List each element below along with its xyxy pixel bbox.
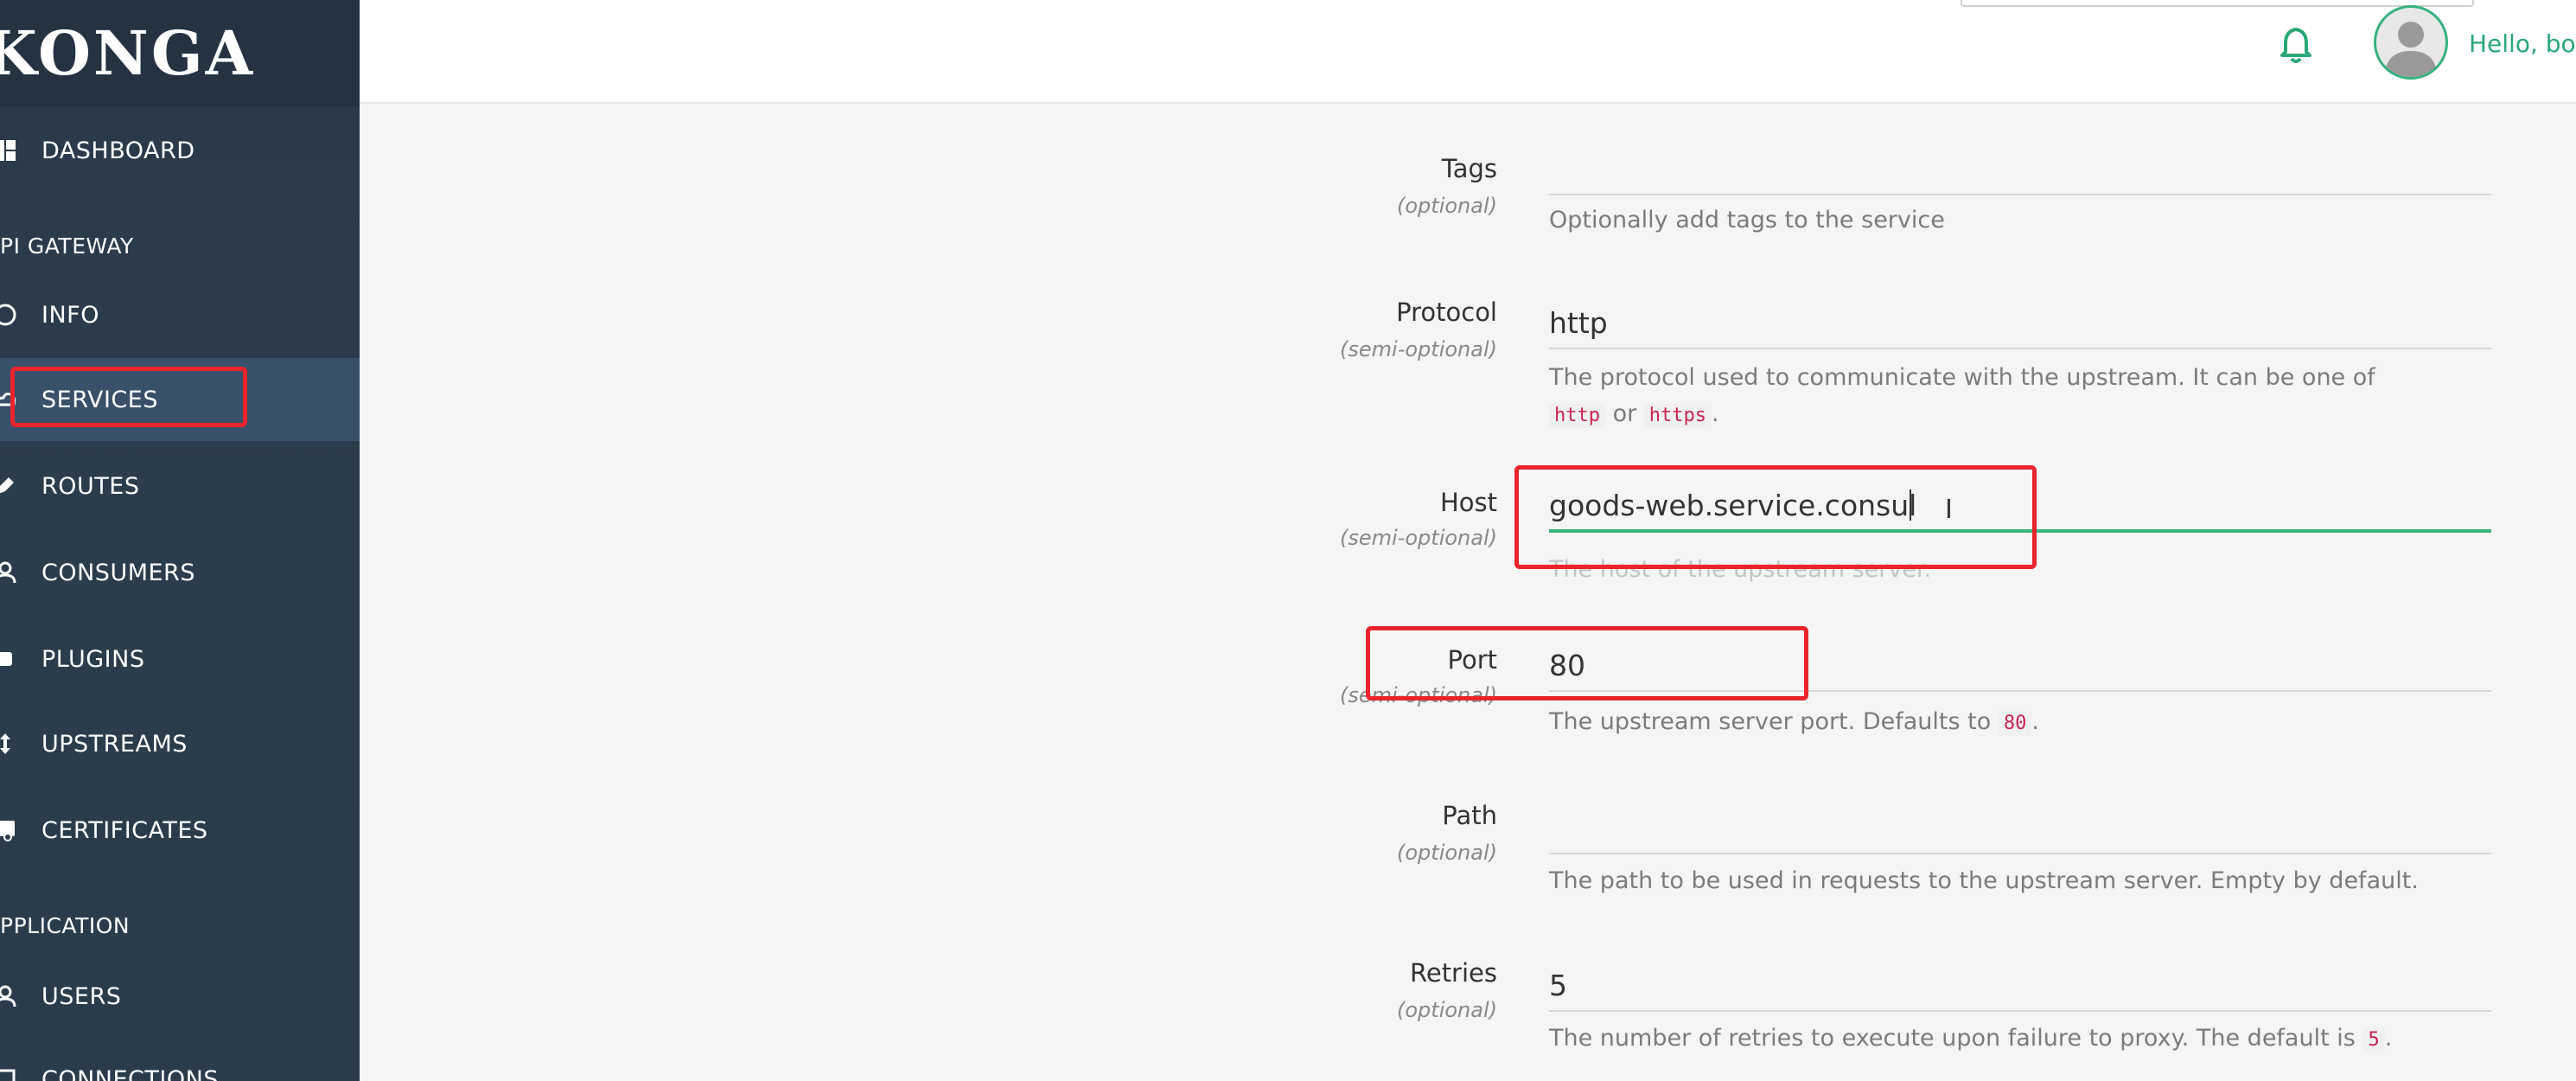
protocol-help: The protocol used to communicate with th…	[1549, 360, 2491, 432]
protocol-help-or: or	[1612, 400, 1637, 427]
sidebar-item-label: INFO	[41, 301, 99, 329]
info-icon	[0, 303, 17, 327]
section-api-gateway: PI GATEWAY	[0, 233, 134, 259]
sidebar-item-routes[interactable]: ROUTES	[0, 445, 360, 528]
sidebar-item-certificates[interactable]: CERTIFICATES	[0, 789, 360, 872]
path-input[interactable]	[1549, 803, 2491, 854]
user-icon	[0, 560, 17, 585]
certificate-icon	[0, 818, 17, 842]
tags-sub: (optional)	[1397, 194, 1497, 218]
plug-icon	[0, 647, 17, 671]
ibeam-cursor-icon: I	[1945, 495, 1953, 525]
retries-help: The number of retries to execute upon fa…	[1549, 1020, 2491, 1057]
retries-label: Retries	[1410, 958, 1497, 988]
sidebar-item-services[interactable]: SERVICES	[0, 358, 360, 441]
retries-help-end: .	[2384, 1025, 2393, 1052]
host-sub: (semi-optional)	[1340, 526, 1497, 550]
sidebar-item-info[interactable]: INFO	[0, 273, 360, 356]
sidebar-item-consumers[interactable]: CONSUMERS	[0, 531, 360, 614]
sidebar-item-dashboard[interactable]: DASHBOARD	[0, 109, 360, 192]
sidebar-item-connections[interactable]: CONNECTIONS	[0, 1038, 360, 1081]
section-application: PPLICATION	[0, 913, 131, 938]
sidebar-item-label: ROUTES	[41, 472, 140, 500]
sidebar-item-label: CONNECTIONS	[41, 1065, 219, 1081]
port-input[interactable]	[1549, 640, 2491, 692]
sidebar-item-label: DASHBOARD	[41, 137, 195, 164]
tags-label: Tags	[1441, 154, 1497, 183]
user-avatar-icon[interactable]	[2374, 5, 2448, 80]
sidebar-item-label: SERVICES	[41, 386, 158, 413]
top-bar	[360, 0, 2576, 104]
brand: KONGA	[0, 0, 360, 107]
port-label: Port	[1447, 645, 1498, 675]
user-icon	[0, 984, 17, 1008]
sidebar-item-label: UPSTREAMS	[41, 730, 188, 758]
connections-icon	[0, 1067, 17, 1081]
sidebar-item-users[interactable]: USERS	[0, 955, 360, 1038]
host-label: Host	[1439, 488, 1497, 517]
retries-help-text: The number of retries to execute upon fa…	[1549, 1025, 2356, 1052]
dashboard-icon	[0, 138, 17, 163]
sidebar-item-label: CERTIFICATES	[41, 816, 208, 844]
tags-help: Optionally add tags to the service	[1549, 207, 1945, 233]
retries-code: 5	[2362, 1027, 2385, 1052]
sidebar-item-upstreams[interactable]: UPSTREAMS	[0, 702, 360, 785]
tags-input[interactable]	[1549, 144, 2491, 195]
sidebar-item-plugins[interactable]: PLUGINS	[0, 617, 360, 700]
port-help-end: .	[2031, 708, 2039, 735]
protocol-label: Protocol	[1396, 297, 1497, 327]
retries-input[interactable]	[1549, 960, 2491, 1012]
protocol-input[interactable]	[1549, 297, 2491, 349]
host-help: The host of the upstream server.	[1549, 556, 1932, 583]
host-input[interactable]	[1549, 481, 2491, 533]
text-cursor	[1910, 489, 1911, 521]
cloud-icon	[0, 387, 17, 412]
sidebar-item-label: CONSUMERS	[41, 559, 195, 586]
sidebar-item-label: PLUGINS	[41, 645, 145, 673]
path-sub: (optional)	[1397, 841, 1497, 865]
protocol-code-http: http	[1549, 402, 1605, 428]
bell-icon[interactable]	[2279, 26, 2313, 64]
protocol-help-text: The protocol used to communicate with th…	[1549, 364, 2375, 391]
top-dropdown-edge	[1961, 0, 2474, 7]
app-root: KONGA DASHBOARD PI GATEWAY INFO SERVICES	[0, 0, 2576, 1081]
protocol-sub: (semi-optional)	[1340, 337, 1497, 361]
retries-sub: (optional)	[1397, 998, 1497, 1022]
arrows-icon	[0, 732, 17, 756]
port-code: 80	[1998, 711, 2032, 736]
pencil-icon	[0, 474, 17, 498]
brand-logo[interactable]: KONGA	[0, 23, 255, 84]
protocol-code-https: https	[1643, 402, 1712, 428]
path-label: Path	[1442, 801, 1497, 830]
port-sub: (semi-optional)	[1340, 683, 1497, 707]
port-help-text: The upstream server port. Defaults to	[1549, 708, 1992, 735]
sidebar: KONGA DASHBOARD PI GATEWAY INFO SERVICES	[0, 0, 360, 1081]
protocol-help-end: .	[1712, 400, 1719, 427]
greeting-text[interactable]: Hello, bo	[2469, 29, 2576, 58]
port-help: The upstream server port. Defaults to 80…	[1549, 704, 2491, 740]
path-help: The path to be used in requests to the u…	[1549, 867, 2419, 894]
sidebar-item-label: USERS	[41, 982, 122, 1010]
